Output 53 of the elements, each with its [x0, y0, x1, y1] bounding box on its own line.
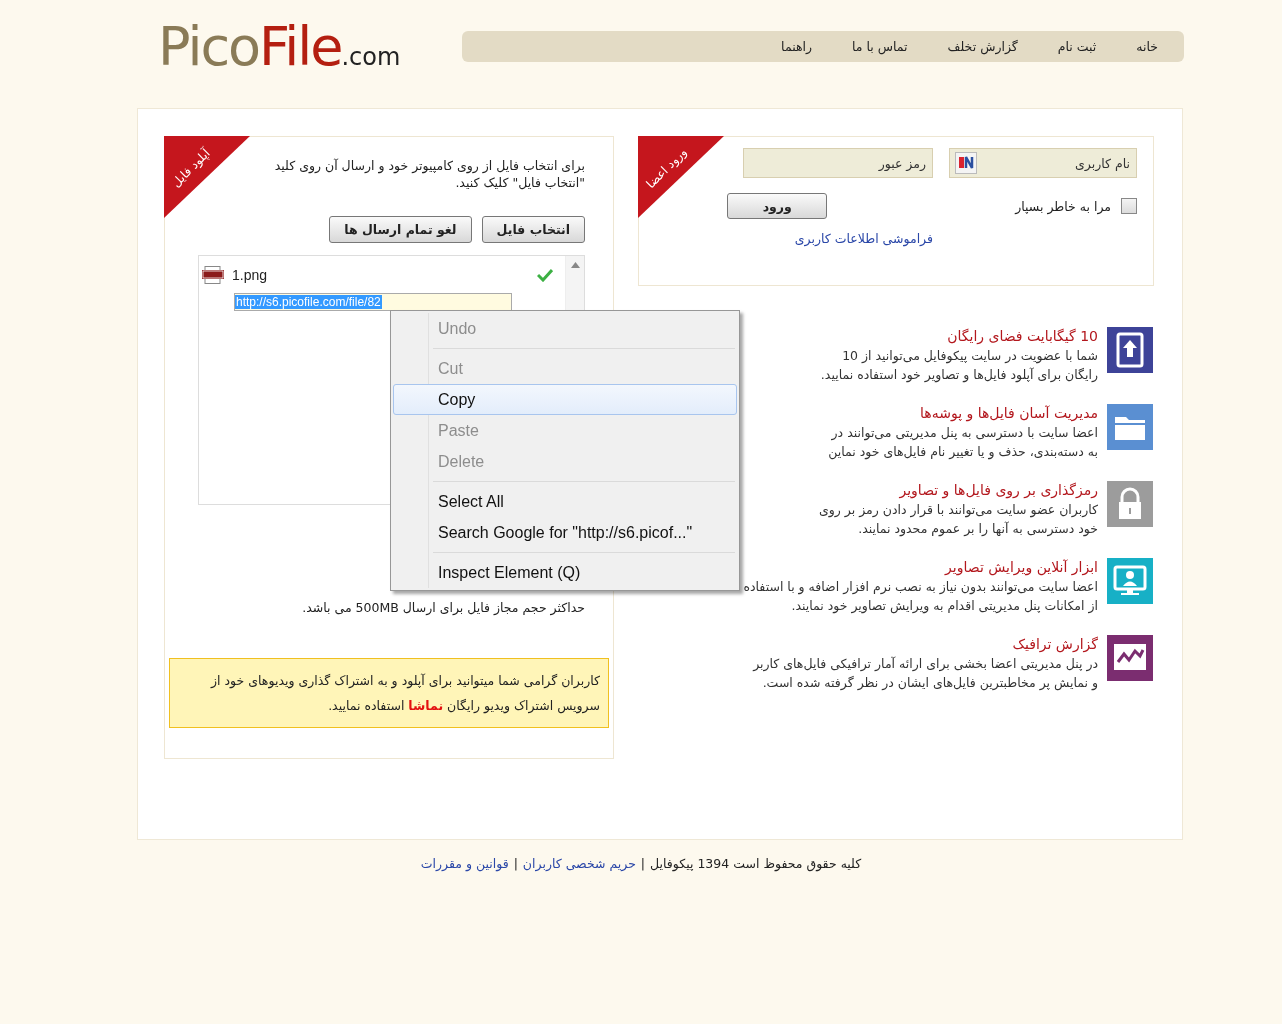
nav-link[interactable]: راهنما: [781, 38, 812, 54]
menu-item[interactable]: Copy: [393, 384, 737, 415]
feature-text: اعضا سایت با دسترسی به پنل مدیریتی می‌توانند در: [831, 424, 1098, 442]
png-file-icon: [202, 266, 224, 284]
menu-item[interactable]: Inspect Element (Q): [393, 557, 737, 588]
menu-item[interactable]: Search Google for "http://s6.picof...": [393, 517, 737, 548]
feature-text: به دسته‌بندی، حذف و یا تغییر نام فایل‌های خود نماین: [828, 443, 1098, 461]
feature-title: ابزار آنلاین ویرایش تصاویر: [945, 558, 1098, 577]
feature-title: گزارش ترافیک: [1012, 635, 1098, 654]
scroll-up-icon[interactable]: [570, 262, 580, 268]
feature-title: رمزگذاری بر روی فایل‌ها و تصاویر: [899, 481, 1098, 500]
upload-button[interactable]: لغو تمام ارسال ها: [329, 216, 472, 243]
ribbon-label: آپلود فایل: [169, 146, 213, 190]
feature-text: کاربران عضو سایت می‌توانند با قرار دادن رمز بر روی: [818, 501, 1098, 519]
nav-link[interactable]: خانه: [1136, 38, 1158, 54]
ribbon-label: ورود اعضا: [643, 145, 690, 191]
footer-separator: |: [513, 856, 518, 871]
feature-text: و نمایش پر مخاطبترین فایل‌های ایشان در نظر گرفته شده است.: [762, 674, 1098, 692]
feature-text: در پنل مدیریتی اعضا بخشی برای ارائه آمار ترافیکی فایل‌های کاربر: [753, 655, 1098, 673]
upload-icon: [1106, 326, 1154, 374]
username-field[interactable]: نام کاربری: [949, 148, 1137, 178]
feature-title: مدیریت آسان فایل‌ها و پوشه‌ها: [920, 404, 1098, 423]
nav-link[interactable]: گزارش تخلف: [947, 38, 1018, 54]
remember-checkbox[interactable]: [1121, 198, 1137, 214]
nav-link[interactable]: تماس با ما: [852, 38, 908, 54]
footer-link[interactable]: قوانین و مقررات: [420, 856, 509, 871]
footer-link[interactable]: حریم شخصی کاربران: [522, 856, 636, 871]
password-field[interactable]: رمز عبور: [743, 148, 933, 178]
upload-button[interactable]: انتخاب فایل: [481, 216, 585, 243]
notice-box: کاربران گرامی شما میتوانید برای آپلود و به اشتراک گذاری ویدیوهای خود از سرویس اشتراک ویدیو رایگان نماشا استفاده نمایید.: [169, 658, 609, 728]
menu-item[interactable]: Select All: [393, 486, 737, 517]
lock-icon: [1106, 480, 1154, 528]
size-limit-text: حداکثر حجم مجاز فایل برای ارسال 500MB می باشد.: [301, 600, 585, 615]
folder-icon: [1106, 403, 1154, 451]
feature-text: شما با عضویت در سایت پیکوفایل می‌توانید از 10: [842, 347, 1098, 365]
upload-instructions: برای انتخاب فایل از روی کامپیوتر خود و ارسال آن روی کلید "انتخاب فایل" کلیک کنید.: [273, 157, 585, 191]
feature-title: 10 گیگابایت فضای رایگان: [947, 327, 1098, 346]
copyright-text: کلیه حقوق محفوظ است 1394 پیکوفایل: [650, 856, 862, 871]
namasha-link[interactable]: نماشا: [408, 698, 444, 713]
feature-text: خود دسترسی به آنها را بر عموم محدود نمایند.: [858, 520, 1098, 538]
feature-text: از امکانات پنل مدیریتی اقدام به ویرایش تصاویر خود نمایند.: [791, 597, 1098, 615]
footer-separator: |: [640, 856, 646, 871]
login-button[interactable]: ورود: [727, 193, 828, 219]
nav-link[interactable]: ثبت نام: [1057, 38, 1097, 54]
feature-text: رایگان برای آپلود فایل‌ها و تصاویر خود استفاده نمایید.: [820, 366, 1098, 384]
chart-icon: [1106, 634, 1154, 682]
monitor-icon: [1106, 557, 1154, 605]
site-logo[interactable]: PicoFile.com: [158, 14, 401, 78]
file-name: 1.png: [232, 267, 268, 283]
feature-text: اعضا سایت می‌توانند بدون نیاز به نصب نرم افزار اضافه و با استفاده: [743, 578, 1098, 596]
forgot-link[interactable]: فراموشی اطلاعات کاربری: [794, 231, 933, 246]
keyboard-badge-icon: [955, 152, 977, 174]
remember-label: مرا به خاطر بسپار: [1015, 198, 1111, 214]
